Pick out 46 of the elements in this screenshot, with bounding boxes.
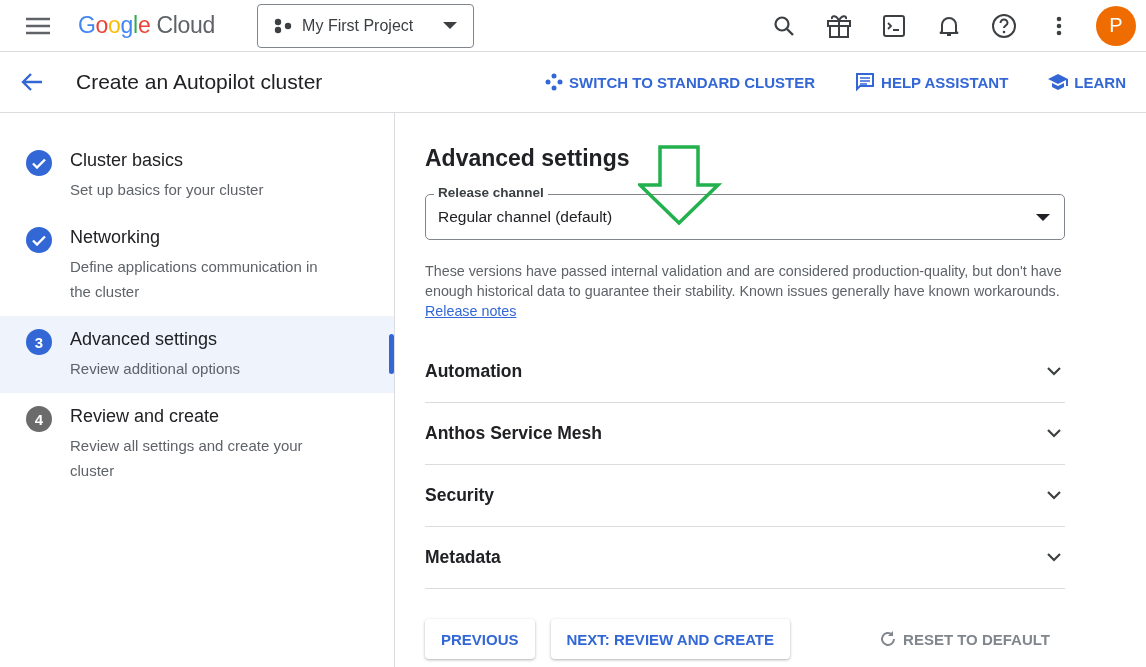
step-title: Cluster basics — [70, 150, 185, 171]
graduation-cap-icon — [1048, 73, 1069, 91]
chat-icon — [855, 72, 876, 92]
field-value: Regular channel (default) — [438, 208, 614, 226]
chevron-down-icon — [1047, 491, 1061, 500]
step-number: 3 — [26, 329, 52, 355]
page-title: Create an Autopilot cluster — [76, 70, 323, 94]
description: These versions have passed internal validation and are considered production-quality, but don't have enough historical data to guarantee their stability. Known issues generally have known workarounds. Release notes — [425, 262, 1063, 321]
check-circle-icon — [26, 150, 52, 176]
caret-icon — [443, 22, 458, 29]
dots-icon — [274, 17, 293, 34]
step-item[interactable]: 4 Review and create Review all settings and create your cluster — [0, 393, 394, 495]
active-indicator — [389, 334, 394, 374]
step-subtitle: Define applications communication in the cluster — [70, 257, 319, 302]
accordion-section[interactable]: Security — [425, 465, 1065, 527]
field-label: Release channel — [434, 185, 548, 200]
caret-icon — [1036, 213, 1050, 221]
header-action[interactable]: HELP ASSISTANT — [855, 72, 1009, 92]
nav-button[interactable]: PREVIOUS — [425, 619, 535, 659]
step-subtitle: Set up basics for your cluster — [70, 180, 264, 200]
check-circle-icon — [26, 227, 52, 253]
step-title: Networking — [70, 227, 162, 248]
section-heading: Advanced settings — [425, 145, 631, 172]
logo[interactable]: Google Cloud — [78, 12, 216, 39]
chevron-down-icon — [1047, 553, 1061, 562]
accordion-section[interactable]: Anthos Service Mesh — [425, 403, 1065, 465]
nav-button[interactable]: NEXT: REVIEW AND CREATE — [550, 619, 791, 659]
step-subtitle: Review all settings and create your cluster — [70, 436, 304, 481]
accordion-section[interactable]: Automation — [425, 341, 1065, 403]
header-action[interactable]: SWITCH TO STANDARD CLUSTER — [544, 73, 816, 91]
refresh-icon — [879, 630, 898, 648]
step-title: Review and create — [70, 406, 221, 427]
dots-icon — [544, 73, 563, 91]
help-icon[interactable] — [990, 11, 1018, 40]
step-number: 4 — [26, 406, 52, 432]
step-item[interactable]: 3 Advanced settings Review additional options — [0, 316, 394, 393]
chevron-down-icon — [1047, 367, 1061, 376]
step-subtitle: Review additional options — [70, 359, 241, 379]
accordion-section[interactable]: Metadata — [425, 527, 1065, 589]
project-picker[interactable]: My First Project — [257, 3, 475, 48]
step-item[interactable]: Cluster basics Set up basics for your cluster — [0, 137, 394, 214]
chevron-down-icon — [1047, 429, 1061, 438]
header-action[interactable]: LEARN — [1048, 73, 1126, 91]
step-title: Advanced settings — [70, 329, 219, 350]
step-item[interactable]: Networking Define applications communication in the cluster — [0, 214, 394, 316]
release-notes-link[interactable]: Release notes — [425, 303, 517, 319]
